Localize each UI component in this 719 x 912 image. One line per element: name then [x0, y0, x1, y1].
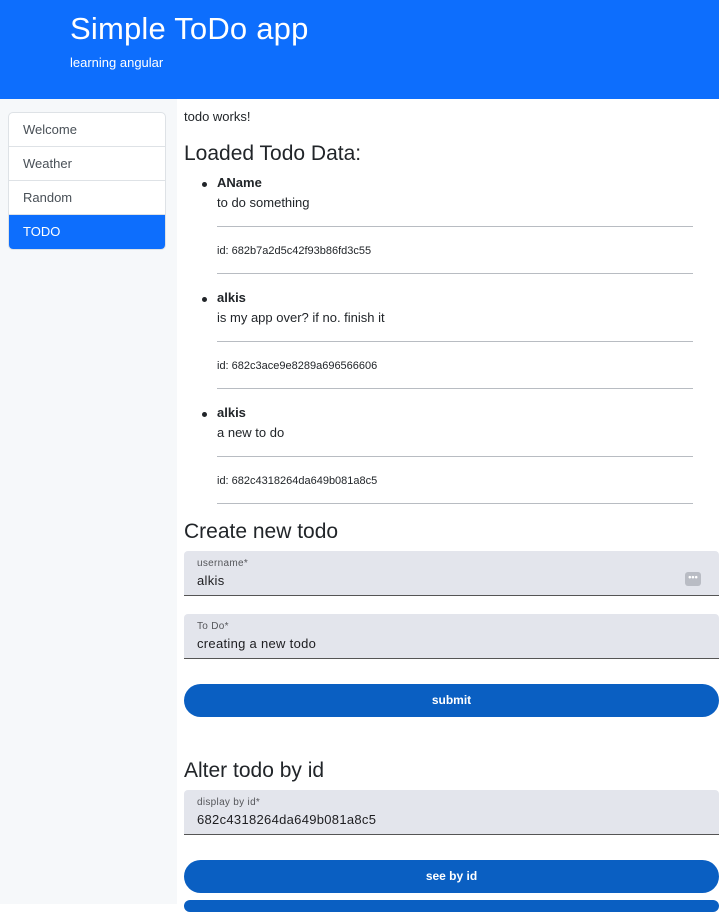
username-label: username* — [197, 558, 249, 569]
divider — [217, 341, 693, 342]
divider — [217, 456, 693, 457]
id-input[interactable]: 682c4318264da649b081a8c5 — [197, 812, 376, 827]
divider — [217, 273, 693, 274]
bullet-icon — [202, 182, 207, 187]
dots-icon[interactable]: ••• — [685, 572, 701, 586]
app-subtitle: learning angular — [70, 55, 164, 70]
see-by-id-button[interactable]: see by id — [184, 860, 719, 893]
todo-text: to do something — [217, 195, 310, 210]
app-header: Simple ToDo app learning angular — [0, 0, 719, 99]
bullet-icon — [202, 297, 207, 302]
sidebar-item-welcome[interactable]: Welcome — [9, 113, 165, 147]
todo-id: id: 682c3ace9e8289a696566606 — [217, 360, 378, 372]
create-heading: Create new todo — [184, 520, 339, 543]
todo-field[interactable]: To Do* creating a new todo — [184, 614, 719, 659]
todo-item: AName to do something id: 682b7a2d5c42f9… — [202, 174, 693, 274]
todo-id: id: 682c4318264da649b081a8c5 — [217, 475, 378, 487]
todo-text: is my app over? if no. finish it — [217, 310, 385, 325]
bullet-icon — [202, 412, 207, 417]
todo-name: alkis — [217, 405, 246, 420]
todo-item: alkis is my app over? if no. finish it i… — [202, 289, 693, 389]
works-text: todo works! — [184, 109, 251, 124]
todo-item: alkis a new to do id: 682c4318264da649b0… — [202, 404, 693, 504]
todo-id: id: 682b7a2d5c42f93b86fd3c55 — [217, 245, 372, 257]
todo-text: a new to do — [217, 425, 285, 440]
app-title: Simple ToDo app — [70, 11, 309, 46]
username-field[interactable]: username* alkis ••• — [184, 551, 719, 596]
sidebar-item-random[interactable]: Random — [9, 181, 165, 215]
sidebar-item-todo[interactable]: TODO — [9, 215, 165, 249]
sidebar-item-weather[interactable]: Weather — [9, 147, 165, 181]
todo-name: alkis — [217, 290, 246, 305]
loaded-heading: Loaded Todo Data: — [184, 142, 362, 165]
divider — [217, 503, 693, 504]
username-input[interactable]: alkis — [197, 573, 225, 588]
submit-button[interactable]: submit — [184, 684, 719, 717]
next-button[interactable] — [184, 900, 719, 912]
id-field[interactable]: display by id* 682c4318264da649b081a8c5 — [184, 790, 719, 835]
todo-input[interactable]: creating a new todo — [197, 636, 316, 651]
sidebar-nav: Welcome Weather Random TODO — [8, 112, 166, 250]
todo-name: AName — [217, 175, 262, 190]
alter-heading: Alter todo by id — [184, 759, 325, 782]
divider — [217, 226, 693, 227]
todo-label: To Do* — [197, 621, 229, 632]
divider — [217, 388, 693, 389]
id-label: display by id* — [197, 797, 261, 808]
